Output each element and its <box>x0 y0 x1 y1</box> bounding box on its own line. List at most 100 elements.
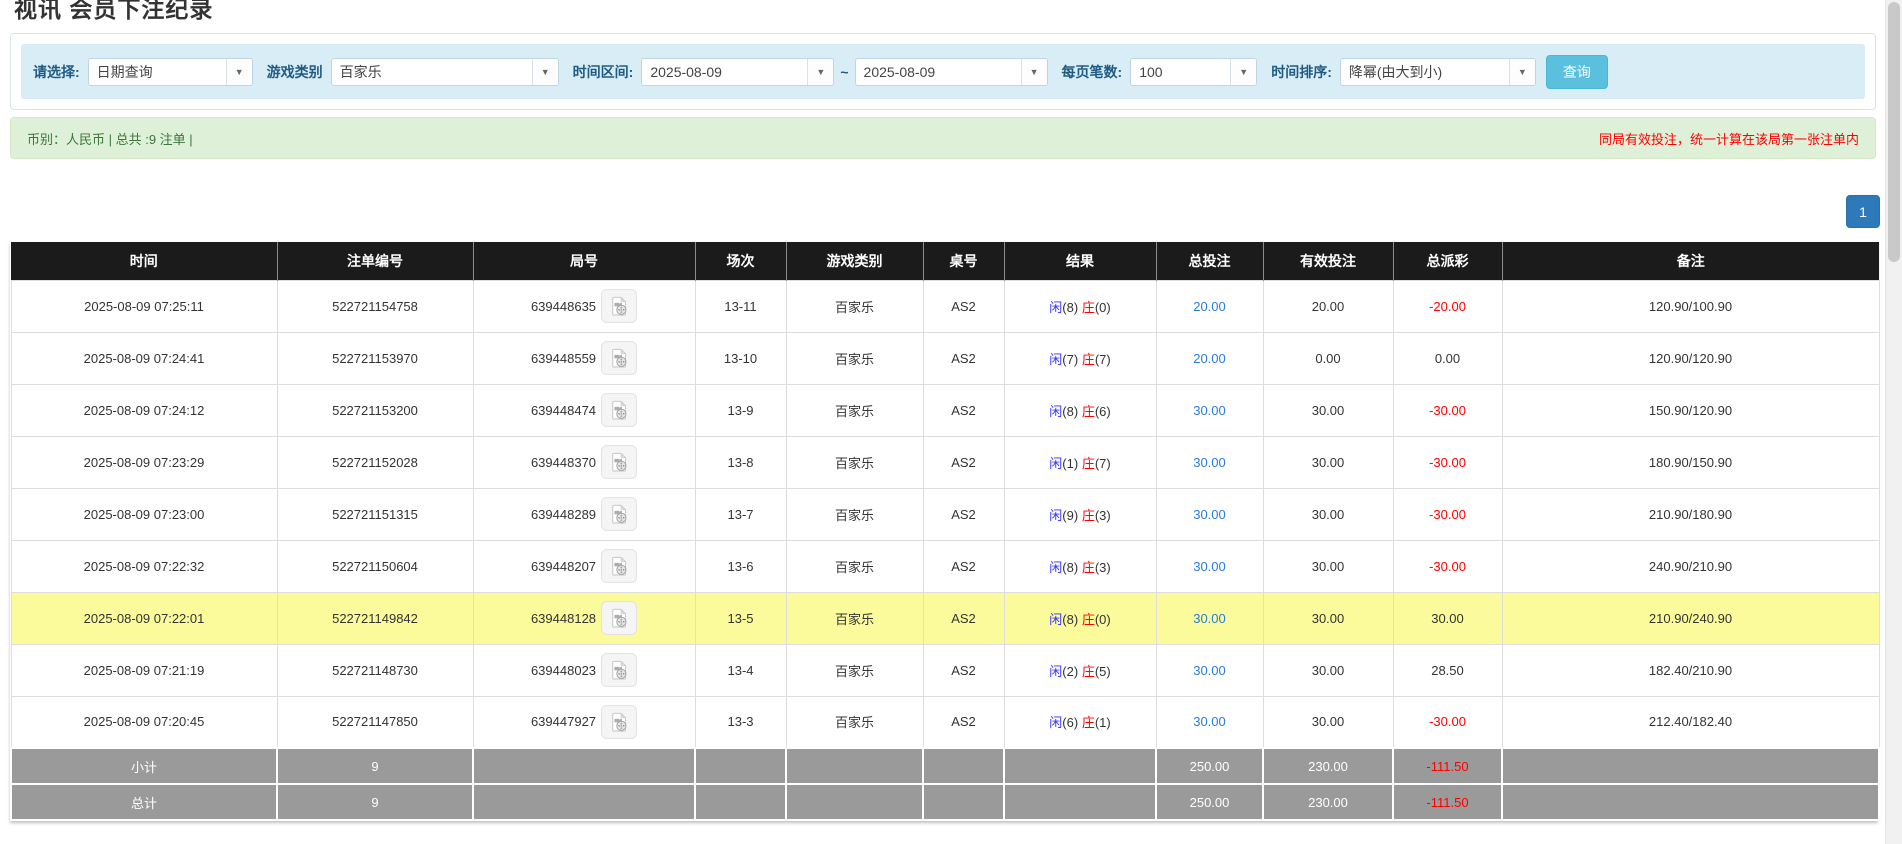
totals-empty-cell <box>1502 784 1879 820</box>
player-label: 闲 <box>1049 612 1062 627</box>
video-record-icon <box>608 555 630 577</box>
total-bet-link[interactable]: 30.00 <box>1193 507 1226 522</box>
video-record-button[interactable] <box>601 705 637 739</box>
page-title: 视讯 会员下注纪录 <box>14 0 213 24</box>
banker-label: 庄 <box>1082 612 1095 627</box>
video-record-button[interactable] <box>601 549 637 583</box>
total-bet-cell: 30.00 <box>1156 592 1263 644</box>
totals-empty-cell <box>786 784 923 820</box>
note-cell: 210.90/180.90 <box>1502 488 1879 540</box>
banker-count: (6) <box>1095 404 1111 419</box>
totals-row: 总计9250.00230.00-111.50 <box>11 784 1879 820</box>
session-cell: 13-3 <box>695 696 786 748</box>
total-bet-cell: 30.00 <box>1156 540 1263 592</box>
banker-count: (0) <box>1095 300 1111 315</box>
table-number-cell: AS2 <box>923 592 1004 644</box>
valid-bet-cell: 30.00 <box>1263 592 1393 644</box>
result-cell: 闲(8) 庄(0) <box>1004 280 1156 332</box>
vertical-scrollbar[interactable] <box>1885 0 1902 844</box>
bet-id-cell: 522721152028 <box>277 436 473 488</box>
round-cell: 639448474 <box>473 384 695 436</box>
session-cell: 13-7 <box>695 488 786 540</box>
pagination-page-1[interactable]: 1 <box>1846 195 1880 228</box>
banker-label: 庄 <box>1082 560 1095 575</box>
totals-row: 小计9250.00230.00-111.50 <box>11 748 1879 784</box>
video-record-icon <box>608 711 630 733</box>
banker-count: (7) <box>1095 456 1111 471</box>
table-number-cell: AS2 <box>923 280 1004 332</box>
time-cell: 2025-08-09 07:21:19 <box>11 644 277 696</box>
video-record-icon <box>608 399 630 421</box>
valid-bet-cell: 30.00 <box>1263 644 1393 696</box>
table-row: 2025-08-09 07:20:45522721147850639447927… <box>11 696 1879 748</box>
bet-id-cell: 522721154758 <box>277 280 473 332</box>
video-record-button[interactable] <box>601 445 637 479</box>
column-header: 注单编号 <box>277 242 473 280</box>
video-record-button[interactable] <box>601 497 637 531</box>
table-number-cell: AS2 <box>923 644 1004 696</box>
query-type-select[interactable]: 日期查询 ▼ <box>88 58 253 86</box>
payout-cell: 0.00 <box>1393 332 1502 384</box>
totals-empty-cell <box>695 748 786 784</box>
total-bet-link[interactable]: 30.00 <box>1193 714 1226 729</box>
game-type-cell: 百家乐 <box>786 592 923 644</box>
totals-empty-cell <box>923 784 1004 820</box>
date-from-select[interactable]: 2025-08-09 ▼ <box>641 58 834 86</box>
video-record-button[interactable] <box>601 341 637 375</box>
total-bet-link[interactable]: 30.00 <box>1193 611 1226 626</box>
video-record-button[interactable] <box>601 393 637 427</box>
per-page-select[interactable]: 100 ▼ <box>1130 58 1257 86</box>
chevron-down-icon[interactable]: ▼ <box>1021 59 1047 85</box>
scrollbar-thumb[interactable] <box>1888 2 1900 262</box>
time-sort-select[interactable]: 降幂(由大到小) ▼ <box>1340 58 1536 86</box>
total-bet-link[interactable]: 20.00 <box>1193 299 1226 314</box>
chevron-down-icon[interactable]: ▼ <box>1230 59 1256 85</box>
page: 视讯 会员下注纪录 请选择: 日期查询 ▼ 游戏类别 百家乐 ▼ 时间区间: 2… <box>0 0 1902 844</box>
video-record-icon <box>608 503 630 525</box>
table-number-cell: AS2 <box>923 696 1004 748</box>
total-bet-link[interactable]: 30.00 <box>1193 663 1226 678</box>
video-record-button[interactable] <box>601 289 637 323</box>
totals-empty-cell <box>786 748 923 784</box>
bet-id-cell: 522721153970 <box>277 332 473 384</box>
banker-count: (1) <box>1095 715 1111 730</box>
date-to-select[interactable]: 2025-08-09 ▼ <box>855 58 1048 86</box>
total-bet-cell: 20.00 <box>1156 332 1263 384</box>
time-cell: 2025-08-09 07:22:01 <box>11 592 277 644</box>
column-header: 桌号 <box>923 242 1004 280</box>
chevron-down-icon[interactable]: ▼ <box>226 59 252 85</box>
total-bet-link[interactable]: 30.00 <box>1193 455 1226 470</box>
chevron-down-icon[interactable]: ▼ <box>532 59 558 85</box>
table-row: 2025-08-09 07:25:11522721154758639448635… <box>11 280 1879 332</box>
column-header: 结果 <box>1004 242 1156 280</box>
range-tilde: ~ <box>840 64 848 80</box>
session-cell: 13-4 <box>695 644 786 696</box>
payout-cell: -20.00 <box>1393 280 1502 332</box>
result-cell: 闲(8) 庄(3) <box>1004 540 1156 592</box>
total-bet-link[interactable]: 20.00 <box>1193 351 1226 366</box>
banker-count: (0) <box>1095 612 1111 627</box>
chevron-down-icon[interactable]: ▼ <box>1509 59 1535 85</box>
currency-total-text: 币别：人民币 | 总共 :9 注单 | <box>27 129 193 148</box>
bet-records-table-wrap: 时间注单编号局号场次游戏类别桌号结果总投注有效投注总派彩备注 2025-08-0… <box>10 242 1878 821</box>
search-button[interactable]: 查询 <box>1546 55 1608 89</box>
time-cell: 2025-08-09 07:20:45 <box>11 696 277 748</box>
video-record-button[interactable] <box>601 601 637 635</box>
column-header: 场次 <box>695 242 786 280</box>
totals-label-cell: 总计 <box>11 784 277 820</box>
game-type-cell: 百家乐 <box>786 384 923 436</box>
total-bet-link[interactable]: 30.00 <box>1193 559 1226 574</box>
note-cell: 240.90/210.90 <box>1502 540 1879 592</box>
valid-bet-cell: 30.00 <box>1263 436 1393 488</box>
result-cell: 闲(2) 庄(5) <box>1004 644 1156 696</box>
chevron-down-icon[interactable]: ▼ <box>807 59 833 85</box>
valid-bet-note: 同局有效投注，统一计算在该局第一张注单内 <box>1599 129 1859 148</box>
game-type-select[interactable]: 百家乐 ▼ <box>331 58 559 86</box>
video-record-button[interactable] <box>601 653 637 687</box>
column-header: 游戏类别 <box>786 242 923 280</box>
total-bet-link[interactable]: 30.00 <box>1193 403 1226 418</box>
totals-empty-cell <box>473 784 695 820</box>
round-cell: 639448370 <box>473 436 695 488</box>
session-cell: 13-10 <box>695 332 786 384</box>
time-sort-label: 时间排序: <box>1271 62 1332 82</box>
